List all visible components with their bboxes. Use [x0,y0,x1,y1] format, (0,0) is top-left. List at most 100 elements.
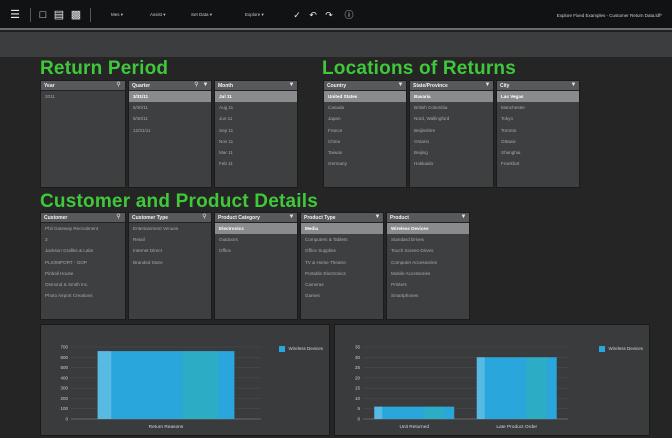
list-item[interactable]: Office Supplies [301,245,383,256]
list-item[interactable]: Cameras [301,279,383,290]
list-item[interactable]: Nov 11 [215,136,297,147]
list-item[interactable]: France [324,125,406,136]
save-icon[interactable]: ▩ [70,9,82,21]
menu-item[interactable]: Set Data ▾ [191,12,212,18]
list-item[interactable]: Phil Gateway Recruitment [41,223,125,234]
customer-listbox[interactable]: Customer ⚲ Phil Gateway Recruitment 3 Ja… [40,212,126,320]
list-item[interactable]: Osmond & Smith Inc. [41,279,125,290]
list-item[interactable]: Sep 11 [215,125,297,136]
menu-item[interactable]: Mes ▾ [111,12,123,18]
filter-icon[interactable]: ▼ [570,82,577,89]
list-item[interactable]: Entertainment Venues [129,223,211,234]
list-item[interactable]: Jackson Grafiks & Labs [41,245,125,256]
list-item[interactable]: Computers & Tablets [301,234,383,245]
filter-icon[interactable]: ▼ [484,82,491,89]
list-item[interactable]: Branded Store [129,257,211,268]
list-item[interactable]: Frankfurt [497,158,579,169]
product-type-listbox[interactable]: Product Type ▼ Media Computers & Tablets… [300,212,384,320]
list-item[interactable]: Las Vegas [497,91,579,103]
filter-icon[interactable]: ▼ [288,82,295,89]
customer-type-listbox[interactable]: Customer Type ⚲ Entertainment Venues Ret… [128,212,212,320]
list-item[interactable]: Toronto [497,125,579,136]
filter-icon[interactable]: ▼ [460,214,467,221]
list-item[interactable]: Portable Electronics [301,268,383,279]
list-item[interactable]: Ottawa [497,136,579,147]
quarter-listbox[interactable]: Quarter ⚲ ▼ 3/31/11 6/30/11 9/30/11 12/3… [128,80,212,188]
list-item[interactable]: 3 [41,234,125,245]
listbox-header: Product Category ▼ [215,213,297,223]
list-item[interactable]: PLX/IMPORT - GOP [41,257,125,268]
list-item[interactable]: Media [301,223,383,235]
list-item[interactable]: Japan [324,113,406,124]
list-item[interactable]: Germany [324,158,406,169]
search-icon[interactable]: ⚲ [115,82,122,89]
return-reasons-chart-panel[interactable]: 0 100 200 300 400 500 600 700 Return Reasons Wir… [40,324,330,436]
menu-item[interactable]: Explore ▾ [245,12,264,18]
list-item[interactable]: Games [301,290,383,301]
undo-icon[interactable]: ↶ [308,9,318,21]
list-item[interactable]: Beijing [410,147,493,158]
new-file-icon[interactable]: □ [37,9,49,21]
redo-icon[interactable]: ↷ [324,9,334,21]
list-item[interactable]: Hokkaido [410,158,493,169]
list-item[interactable]: Canada [324,102,406,113]
list-item[interactable]: Bavaria [410,91,493,103]
year-listbox[interactable]: Year ⚲ 2011 [40,80,126,188]
menu-item[interactable]: Assist ▾ [150,12,166,18]
search-icon[interactable]: ⚲ [115,214,122,221]
month-listbox[interactable]: Month ▼ Jul 11 Aug 11 Jun 11 Sep 11 Nov … [214,80,298,188]
list-item[interactable]: Internet Direct [129,245,211,256]
list-item[interactable]: Photo Airport Creations [41,290,125,301]
search-icon[interactable]: ⚲ [201,214,208,221]
list-item[interactable]: Ontario [410,136,493,147]
list-item[interactable]: Retail [129,234,211,245]
list-item[interactable]: Touch Screen Drives [387,245,469,256]
list-item[interactable]: Shanghai [497,147,579,158]
list-item[interactable]: 12/31/11 [129,125,211,136]
list-item[interactable]: Wireless Devices [387,223,469,235]
list-item[interactable]: Taiwan [324,147,406,158]
country-listbox[interactable]: Country ▼ United States Canada Japan Fra… [323,80,407,188]
city-listbox[interactable]: City ▼ Las Vegas Manchester Tokyo Toront… [496,80,580,188]
list-item[interactable]: Tokyo [497,113,579,124]
list-item[interactable]: 3/31/11 [129,91,211,103]
list-item[interactable]: TV & Home Theatre [301,257,383,268]
list-item[interactable]: Smartphones [387,290,469,301]
list-item[interactable]: Jun 11 [215,113,297,124]
return-types-chart-panel[interactable]: 0 5 10 15 20 25 30 35 Unit Returned Late Product … [334,324,650,436]
filter-icon[interactable]: ▼ [397,82,404,89]
filter-icon[interactable]: ▼ [374,214,381,221]
app-menu-icon[interactable]: ☰ [8,9,22,21]
list-item[interactable]: Nord, Wallingford [410,113,493,124]
list-item[interactable]: Office [215,245,297,256]
list-item[interactable]: Feb 11 [215,158,297,169]
help-icon[interactable]: ⓘ [342,9,356,21]
list-item[interactable]: Aug 11 [215,102,297,113]
list-item[interactable]: Standard Drives [387,234,469,245]
list-item[interactable]: Computer Accessories [387,257,469,268]
list-item[interactable]: British Columbia [410,102,493,113]
list-item[interactable]: Pinball House [41,268,125,279]
state-province-listbox[interactable]: State/Province ▼ Bavaria British Columbi… [409,80,494,188]
return-types-chart: 0 5 10 15 20 25 30 35 Unit Returned Late Product … [355,345,568,430]
list-item[interactable]: 9/30/11 [129,113,211,124]
open-folder-icon[interactable]: ▤ [53,9,65,21]
list-item[interactable]: Manchester [497,102,579,113]
list-item[interactable]: Jul 11 [215,91,297,103]
list-item[interactable]: Mobile Accessories [387,268,469,279]
list-item[interactable]: Outdoors [215,234,297,245]
filter-icon[interactable]: ▼ [202,82,209,89]
filter-icon[interactable]: ▼ [288,214,295,221]
list-item[interactable]: United States [324,91,406,103]
check-icon[interactable]: ✓ [292,9,302,21]
list-item[interactable]: 6/30/11 [129,102,211,113]
product-listbox[interactable]: Product ▼ Wireless Devices Standard Driv… [386,212,470,320]
list-item[interactable]: Beijinshire [410,125,493,136]
list-item[interactable]: Electronics [215,223,297,235]
list-item[interactable]: Printers [387,279,469,290]
list-item[interactable]: 2011 [41,91,125,102]
product-category-listbox[interactable]: Product Category ▼ Electronics Outdoors … [214,212,298,320]
search-icon[interactable]: ⚲ [193,82,200,89]
list-item[interactable]: Mar 11 [215,147,297,158]
list-item[interactable]: China [324,136,406,147]
